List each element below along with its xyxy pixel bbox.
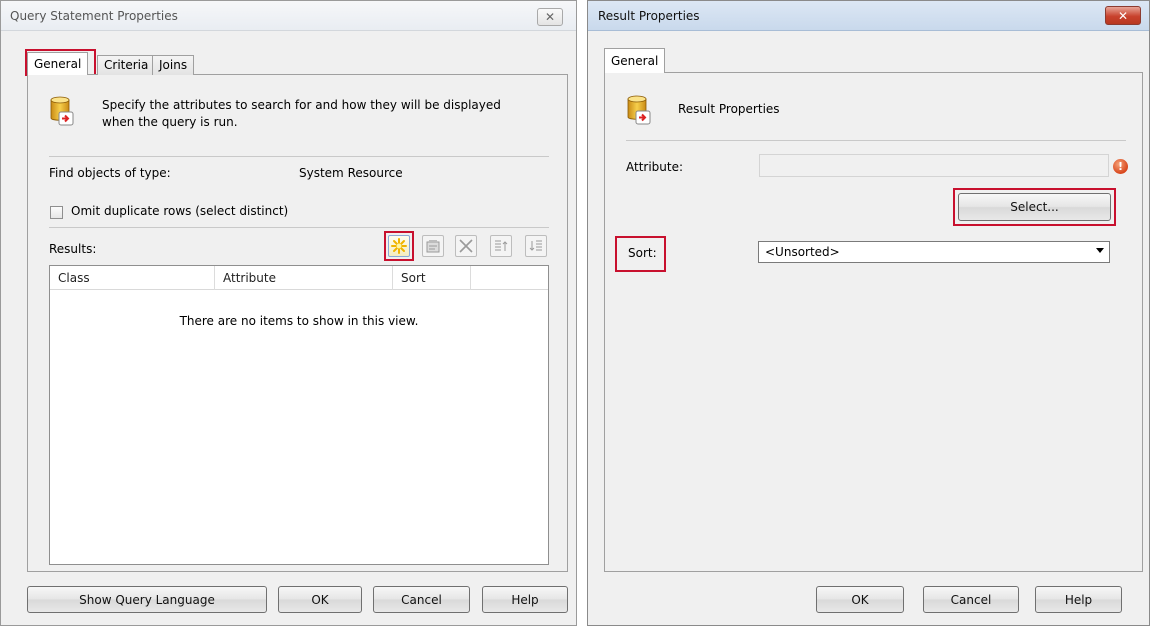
section-heading: Result Properties — [678, 102, 780, 116]
separator — [49, 227, 549, 228]
tab-general[interactable]: General — [27, 52, 89, 75]
cancel-button[interactable]: Cancel — [923, 586, 1019, 613]
delete-icon — [459, 239, 473, 253]
delete-button[interactable] — [455, 235, 477, 257]
button-label: Help — [511, 592, 539, 607]
button-label: Cancel — [401, 592, 442, 607]
results-label: Results: — [49, 242, 97, 256]
attribute-field[interactable] — [759, 154, 1109, 177]
close-button[interactable]: ✕ — [1105, 6, 1141, 25]
close-button[interactable]: ✕ — [537, 8, 563, 26]
find-objects-value: System Resource — [299, 166, 403, 180]
tab-label: Joins — [159, 58, 188, 72]
properties-icon — [426, 240, 440, 253]
chevron-down-icon — [1096, 248, 1104, 253]
ok-button[interactable]: OK — [816, 586, 904, 613]
title-bar: Query Statement Properties ✕ — [1, 1, 576, 31]
cancel-button[interactable]: Cancel — [373, 586, 470, 613]
dialog-title: Query Statement Properties — [10, 9, 178, 23]
column-header-sort[interactable]: Sort — [393, 266, 471, 290]
title-bar: Result Properties ✕ — [588, 1, 1149, 31]
column-header-attribute[interactable]: Attribute — [215, 266, 393, 290]
description-text: Specify the attributes to search for and… — [102, 98, 501, 112]
close-icon: ✕ — [1117, 8, 1129, 23]
new-item-button[interactable] — [388, 235, 410, 257]
help-button[interactable]: Help — [1035, 586, 1122, 613]
properties-button[interactable] — [422, 235, 444, 257]
column-label: Sort — [401, 271, 426, 285]
database-arrow-icon — [627, 95, 651, 125]
show-query-language-button[interactable]: Show Query Language — [27, 586, 267, 613]
button-label: Help — [1064, 592, 1093, 607]
button-label: OK — [851, 592, 869, 607]
column-header-class[interactable]: Class — [50, 266, 215, 290]
find-objects-label: Find objects of type: — [49, 166, 171, 180]
close-icon: ✕ — [544, 10, 556, 24]
move-down-icon — [529, 240, 542, 251]
separator — [626, 140, 1126, 141]
attribute-label: Attribute: — [626, 160, 684, 174]
new-icon — [391, 238, 407, 254]
database-arrow-icon — [50, 96, 74, 126]
result-properties-dialog: Result Properties ✕ General Result Prope… — [587, 0, 1150, 626]
move-up-button[interactable] — [490, 235, 512, 257]
tab-joins[interactable]: Joins — [152, 55, 195, 75]
warning-icon: ! — [1113, 159, 1128, 174]
button-label: Select... — [1010, 200, 1059, 214]
sort-dropdown[interactable]: <Unsorted> — [758, 241, 1110, 263]
results-list[interactable]: Class Attribute Sort There are no items … — [49, 265, 549, 565]
warning-glyph: ! — [1117, 160, 1124, 173]
tab-label: General — [34, 57, 82, 71]
separator — [49, 156, 549, 157]
move-up-icon — [495, 240, 508, 251]
tab-criteria[interactable]: Criteria — [97, 55, 156, 75]
ok-button[interactable]: OK — [278, 586, 362, 613]
sort-label: Sort: — [628, 246, 657, 260]
button-label: OK — [311, 592, 329, 607]
tab-panel — [604, 72, 1143, 572]
tab-general[interactable]: General — [604, 48, 666, 73]
column-label: Class — [58, 271, 90, 285]
sort-selected-value: <Unsorted> — [765, 245, 840, 259]
tab-label: Criteria — [104, 58, 149, 72]
omit-duplicates-checkbox[interactable] — [50, 206, 63, 219]
list-header: Class Attribute Sort — [50, 266, 548, 290]
help-button[interactable]: Help — [482, 586, 568, 613]
button-label: Show Query Language — [79, 592, 215, 607]
tab-label: General — [611, 54, 659, 68]
button-label: Cancel — [950, 592, 992, 607]
description-text-line2: when the query is run. — [102, 115, 238, 129]
omit-duplicates-label: Omit duplicate rows (select distinct) — [71, 204, 289, 218]
move-down-button[interactable] — [525, 235, 547, 257]
query-statement-properties-dialog: Query Statement Properties ✕ General Cri… — [0, 0, 577, 626]
select-button[interactable]: Select... — [958, 193, 1111, 221]
column-label: Attribute — [223, 271, 276, 285]
empty-list-message: There are no items to show in this view. — [179, 314, 419, 328]
dialog-title: Result Properties — [598, 9, 700, 23]
